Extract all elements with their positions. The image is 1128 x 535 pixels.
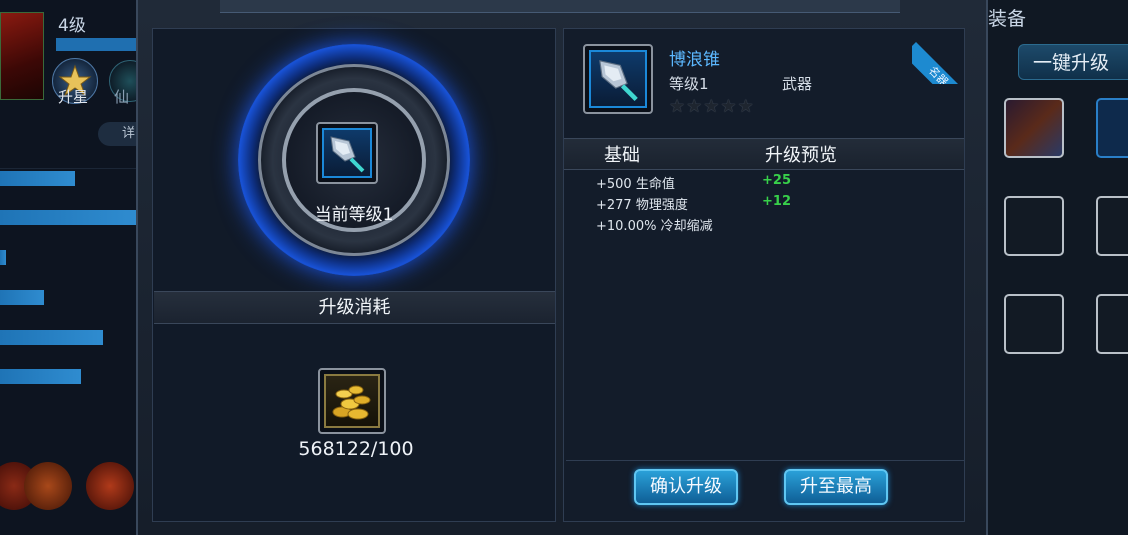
item-grade-badge: 名器 bbox=[912, 28, 968, 84]
cost-amount: 568122/100 bbox=[298, 438, 414, 460]
item-type: 武器 bbox=[782, 75, 813, 93]
stats-col-preview: 升级预览 bbox=[765, 145, 837, 166]
xian-label: 仙 bbox=[114, 88, 130, 106]
hero-level-label: 4级 bbox=[58, 16, 86, 36]
stat-row-divider bbox=[0, 168, 140, 169]
dialog-top-bar bbox=[220, 0, 900, 13]
hero-stat-bar bbox=[0, 210, 138, 225]
equipment-slot[interactable] bbox=[1096, 294, 1128, 354]
hero-portrait[interactable] bbox=[0, 12, 44, 100]
star-icon: ★ bbox=[737, 96, 755, 117]
hero-exp-bar bbox=[56, 38, 138, 51]
stat-base-value: +500 生命值 bbox=[596, 177, 675, 192]
equipment-slot[interactable] bbox=[1096, 98, 1128, 158]
hero-stat-bar bbox=[0, 171, 75, 186]
spiked-mace-icon bbox=[330, 136, 365, 173]
star-icon: ★ bbox=[703, 96, 721, 117]
item-name: 博浪锥 bbox=[669, 50, 720, 70]
cost-item-slot[interactable] bbox=[318, 368, 386, 434]
skill-avatar[interactable] bbox=[24, 462, 72, 510]
upgrade-to-max-button[interactable]: 升至最高 bbox=[784, 469, 888, 505]
stat-base-value: +277 物理强度 bbox=[596, 198, 688, 213]
stats-col-base: 基础 bbox=[604, 145, 640, 166]
item-star-rating: ★★★★★ bbox=[669, 96, 755, 117]
equipment-slot[interactable] bbox=[1004, 294, 1064, 354]
hero-stat-bar bbox=[0, 250, 6, 265]
stat-base-value: +10.00% 冷却缩减 bbox=[596, 219, 713, 234]
item-grade-label: 名器 bbox=[912, 42, 968, 84]
stat-increase-value: +25 bbox=[762, 173, 791, 188]
star-icon: ★ bbox=[669, 96, 687, 117]
detail-tab[interactable]: 详 bbox=[98, 122, 138, 146]
confirm-upgrade-button[interactable]: 确认升级 bbox=[634, 469, 738, 505]
item-level: 等级1 bbox=[669, 75, 709, 93]
equipment-slot[interactable] bbox=[1004, 98, 1064, 158]
equipment-slot[interactable] bbox=[1096, 196, 1128, 256]
skill-avatar[interactable] bbox=[86, 462, 134, 510]
gold-coins-icon bbox=[332, 385, 371, 420]
star-icon: ★ bbox=[686, 96, 704, 117]
equipment-title: 装备 bbox=[988, 8, 1027, 30]
spiked-mace-icon bbox=[599, 60, 638, 102]
one-click-upgrade-button[interactable]: 一键升级 bbox=[1018, 44, 1128, 80]
equipment-slot[interactable] bbox=[1004, 196, 1064, 256]
star-up-label: 升星 bbox=[58, 88, 89, 106]
star-icon: ★ bbox=[720, 96, 738, 117]
hero-stat-bar bbox=[0, 330, 103, 345]
upgrade-cost-title: 升级消耗 bbox=[154, 291, 555, 324]
item-icon-slot[interactable] bbox=[583, 44, 653, 114]
hero-stat-bar bbox=[0, 290, 44, 305]
stat-increase-value: +12 bbox=[762, 194, 791, 209]
footer-divider bbox=[566, 460, 964, 461]
ring-item-slot[interactable] bbox=[316, 122, 378, 184]
current-level-label: 当前等级1 bbox=[314, 205, 394, 225]
hero-stat-bar bbox=[0, 369, 81, 384]
